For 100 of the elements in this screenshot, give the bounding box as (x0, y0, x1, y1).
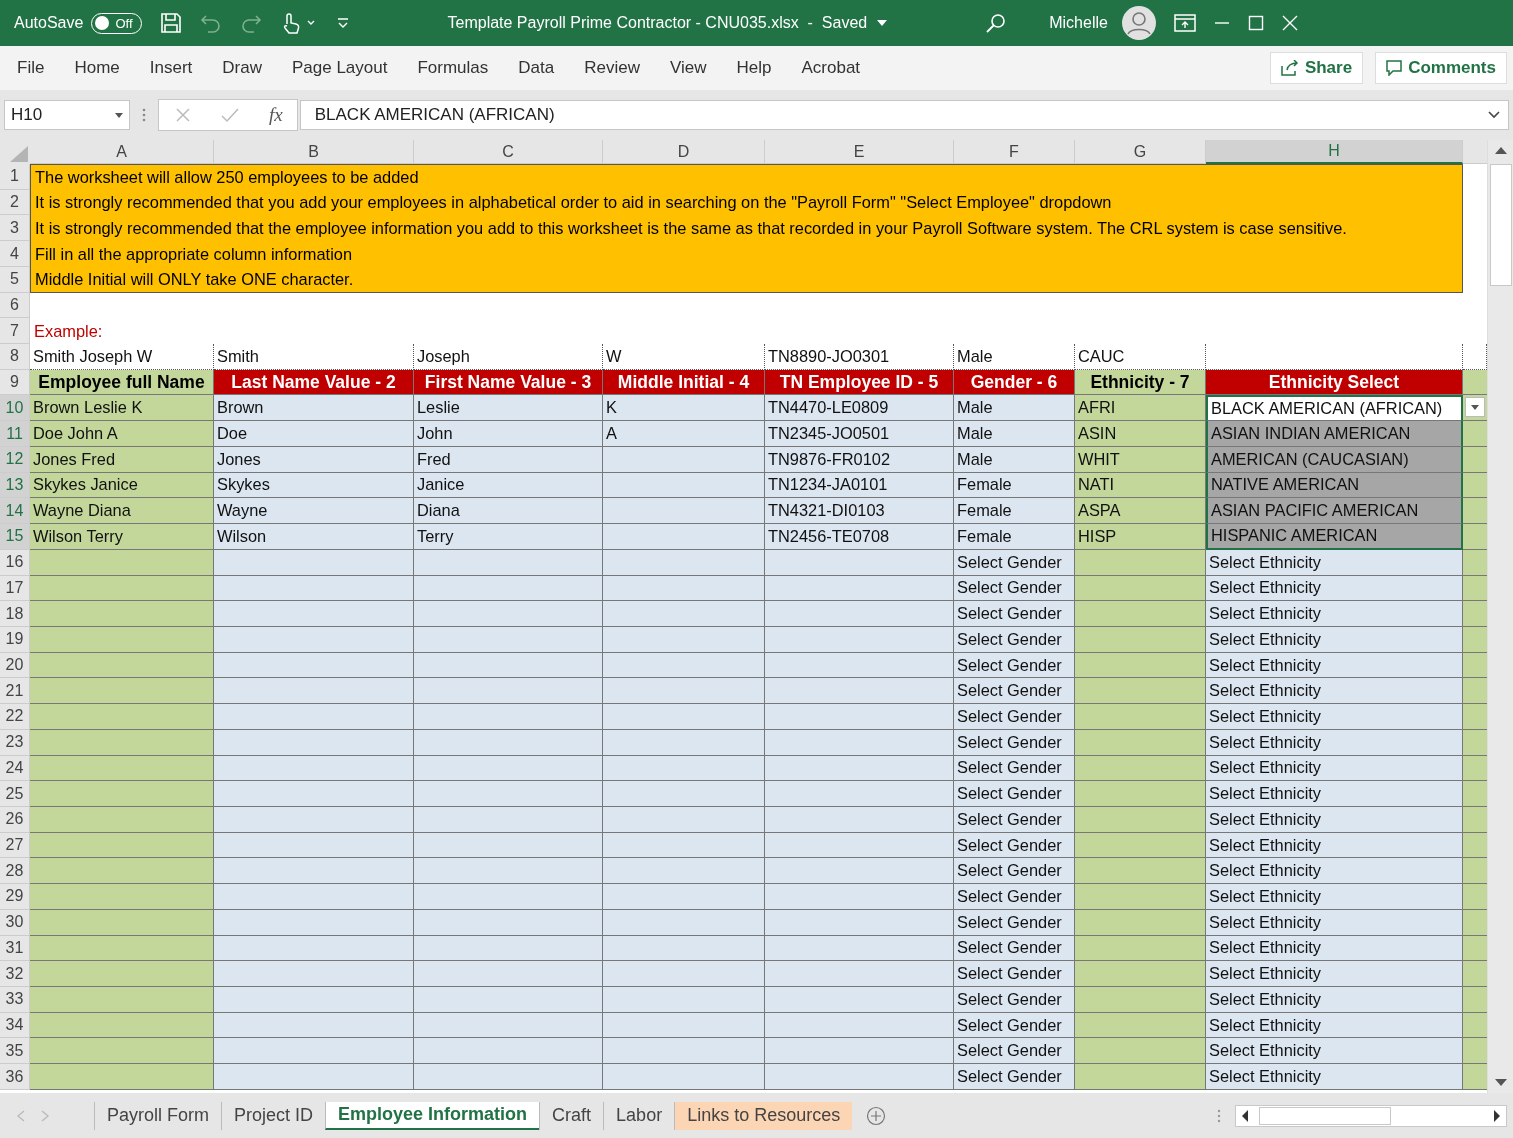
table-cell[interactable]: Diana (414, 498, 603, 525)
table-cell[interactable]: Wilson Terry (30, 524, 214, 550)
scroll-right-icon[interactable] (1493, 1109, 1501, 1122)
row-header[interactable]: 20 (0, 652, 30, 679)
ribbon-tab[interactable]: Page Layout (280, 52, 399, 84)
table-cell[interactable]: Select Ethnicity (1206, 729, 1463, 756)
ribbon-tab[interactable]: View (658, 52, 718, 84)
table-cell[interactable]: A (603, 421, 765, 447)
sheet-tab[interactable]: Employee Information (325, 1101, 540, 1130)
table-cell[interactable]: Select Ethnicity (1206, 781, 1463, 807)
table-cell[interactable]: Janice (414, 472, 603, 499)
table-cell[interactable]: Jones (214, 446, 414, 473)
table-cell[interactable]: AFRI (1075, 395, 1206, 422)
sheet-tab[interactable]: Links to Resources (674, 1101, 853, 1130)
table-cell[interactable]: Wayne (214, 498, 414, 525)
column-header[interactable]: A (30, 140, 214, 164)
row-header[interactable]: 29 (0, 884, 30, 910)
maximize-icon[interactable] (1247, 15, 1264, 31)
row-header[interactable]: 7 (0, 318, 30, 345)
table-cell[interactable]: Fred (414, 446, 603, 473)
table-cell[interactable]: Select Gender (954, 729, 1075, 756)
scroll-up-icon[interactable] (1494, 146, 1507, 154)
table-cell[interactable]: Select Gender (954, 935, 1075, 962)
table-cell[interactable]: Skykes (214, 472, 414, 499)
table-cell[interactable]: Select Gender (954, 755, 1075, 782)
column-header[interactable]: B (214, 140, 414, 164)
table-cell[interactable]: Select Gender (954, 704, 1075, 730)
table-cell[interactable]: TN2345-JO0501 (765, 421, 954, 447)
table-cell[interactable]: Select Ethnicity (1206, 1012, 1463, 1039)
table-cell[interactable]: Doe John A (30, 421, 214, 447)
table-cell[interactable]: ASPA (1075, 498, 1206, 525)
table-cell[interactable]: Brown (214, 395, 414, 422)
table-cell[interactable]: TN2456-TE0708 (765, 524, 954, 550)
table-cell[interactable]: Select Gender (954, 781, 1075, 807)
table-cell[interactable]: Select Ethnicity (1206, 1064, 1463, 1090)
table-cell[interactable]: Female (954, 498, 1075, 525)
table-cell[interactable]: Select Gender (954, 601, 1075, 627)
table-cell[interactable]: Select Ethnicity (1206, 704, 1463, 730)
sheet-tab[interactable]: Payroll Form (94, 1101, 221, 1130)
table-cell[interactable]: Skykes Janice (30, 472, 214, 499)
table-cell[interactable]: Select Gender (954, 961, 1075, 987)
table-cell[interactable]: Select Ethnicity (1206, 961, 1463, 987)
name-box[interactable]: H10 (4, 100, 130, 130)
save-icon[interactable] (159, 12, 182, 34)
ribbon-tab[interactable]: Help (725, 52, 783, 84)
table-cell[interactable]: Select Ethnicity (1206, 1038, 1463, 1065)
row-header[interactable]: 30 (0, 909, 30, 936)
table-cell[interactable]: TN9876-FR0102 (765, 446, 954, 473)
row-header[interactable]: 2 (0, 189, 30, 216)
table-cell[interactable]: Select Gender (954, 575, 1075, 602)
row-header[interactable]: 5 (0, 266, 30, 293)
table-cell[interactable]: Select Gender (954, 652, 1075, 679)
table-cell[interactable]: Select Ethnicity (1206, 678, 1463, 705)
column-header[interactable]: E (765, 140, 954, 164)
table-cell[interactable]: Select Gender (954, 678, 1075, 705)
table-cell[interactable]: ASIAN INDIAN AMERICAN (1206, 421, 1463, 447)
table-cell[interactable]: NATIVE AMERICAN (1206, 472, 1463, 499)
row-header[interactable]: 11 (0, 421, 30, 447)
customize-icon[interactable] (335, 16, 350, 30)
sheet-tab[interactable]: Craft (539, 1101, 604, 1130)
search-icon[interactable] (985, 12, 1008, 34)
table-cell[interactable]: Select Gender (954, 987, 1075, 1013)
table-cell[interactable]: Select Gender (954, 1012, 1075, 1039)
row-header[interactable]: 9 (0, 369, 30, 396)
table-cell[interactable]: ASIAN PACIFIC AMERICAN (1206, 498, 1463, 525)
ribbon-tab[interactable]: Data (507, 52, 566, 84)
table-cell[interactable]: Select Gender (954, 909, 1075, 936)
table-cell[interactable]: Select Ethnicity (1206, 626, 1463, 653)
table-cell[interactable]: Select Gender (954, 806, 1075, 833)
row-header[interactable]: 12 (0, 446, 30, 473)
ribbon-display-icon[interactable] (1173, 14, 1196, 32)
table-cell[interactable]: Female (954, 472, 1075, 499)
table-cell[interactable]: Male (954, 446, 1075, 473)
table-cell[interactable]: Select Ethnicity (1206, 987, 1463, 1013)
table-cell[interactable]: Doe (214, 421, 414, 447)
table-cell[interactable]: Jones Fred (30, 446, 214, 473)
row-header[interactable]: 24 (0, 755, 30, 782)
row-header[interactable]: 19 (0, 626, 30, 653)
row-header[interactable]: 14 (0, 498, 30, 525)
table-cell[interactable]: NATI (1075, 472, 1206, 499)
table-cell[interactable]: Select Ethnicity (1206, 935, 1463, 962)
table-cell[interactable]: Select Gender (954, 549, 1075, 576)
scroll-thumb[interactable] (1489, 164, 1512, 286)
caret-icon[interactable] (877, 20, 888, 26)
row-header[interactable]: 27 (0, 832, 30, 859)
table-cell[interactable]: Brown Leslie K (30, 395, 214, 422)
close-icon[interactable] (1281, 15, 1298, 31)
column-header[interactable]: G (1075, 140, 1206, 164)
row-header[interactable]: 34 (0, 1012, 30, 1039)
ribbon-tab[interactable]: Insert (138, 52, 204, 84)
column-header[interactable]: C (414, 140, 603, 164)
table-cell[interactable]: Select Gender (954, 858, 1075, 885)
row-header[interactable]: 6 (0, 292, 30, 319)
table-cell[interactable]: Wayne Diana (30, 498, 214, 525)
row-header[interactable]: 15 (0, 524, 30, 550)
ribbon-tab[interactable]: Formulas (406, 52, 500, 84)
column-header[interactable]: F (954, 140, 1075, 164)
table-cell[interactable]: Select Ethnicity (1206, 575, 1463, 602)
insert-function-button[interactable]: fx (269, 104, 283, 126)
table-cell[interactable]: Select Ethnicity (1206, 755, 1463, 782)
